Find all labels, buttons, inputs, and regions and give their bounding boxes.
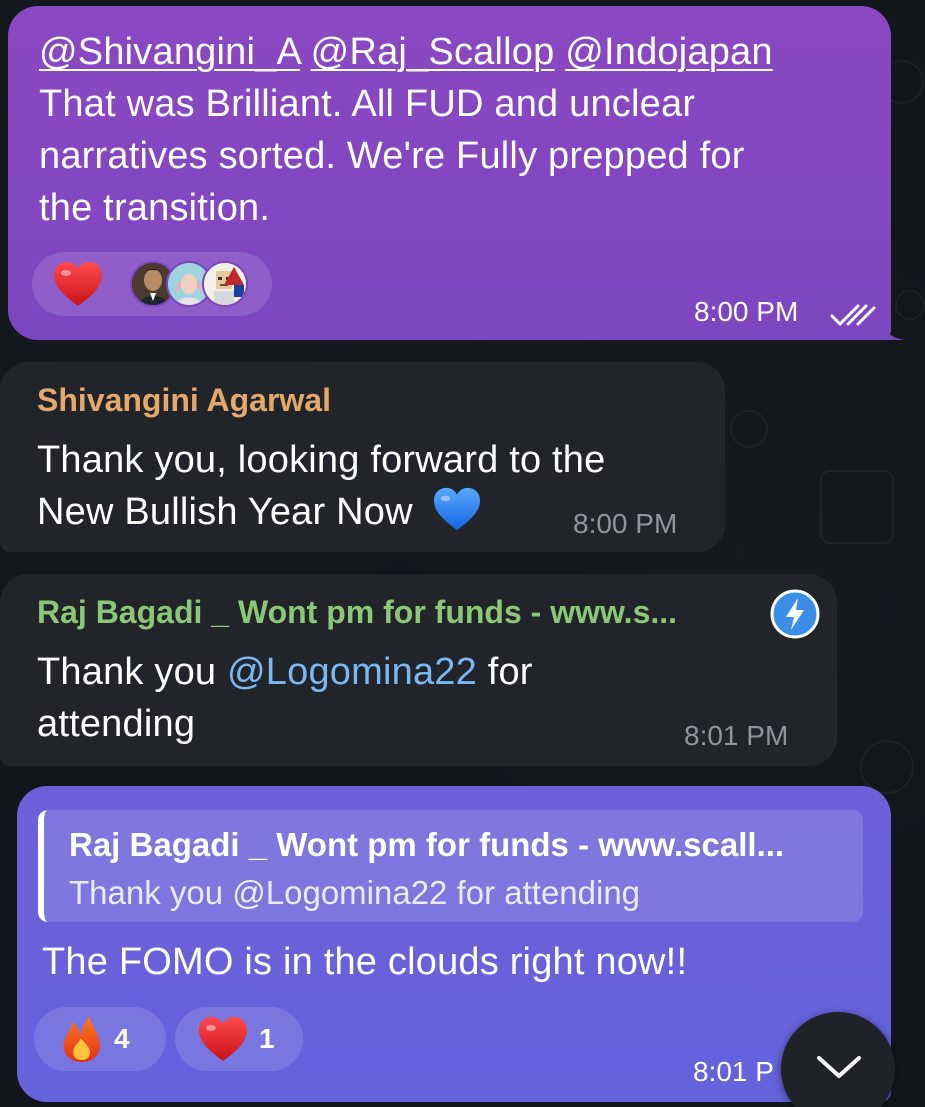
incoming-message-bubble[interactable]: Shivangini Agarwal Thank you, looking fo… [0,362,725,552]
background-doodle [730,410,768,448]
mention-link[interactable]: @Shivangini_A [39,31,300,73]
reaction-fire[interactable]: 4 [34,1007,166,1071]
reply-text: Thank you @Logomina22 for attending [69,874,641,911]
message-line: narratives sorted. We're Fully prepped f… [39,135,745,177]
message-line: That was Brilliant. All FUD and unclear [39,83,696,125]
message-line: the transition. [39,187,271,229]
message-text-part: for [476,651,533,693]
heart-icon [52,260,104,308]
fire-icon [60,1014,104,1064]
message-text-part: Thank you [37,651,227,693]
reaction-heart[interactable] [32,252,272,316]
heart-icon [197,1015,249,1063]
message-line: New Bullish Year Now [37,491,413,533]
read-double-check-icon [830,302,876,333]
message-time: 8:00 PM [573,508,678,539]
mention-link[interactable]: @Raj_Scallop [311,31,555,73]
message-line: attending [37,703,196,745]
message-text: The FOMO is in the clouds right now!! [42,941,688,983]
mention-link[interactable]: @Indojapan [565,31,773,73]
message-text: @Shivangini_A @Raj_Scallop @Indojapan Th… [39,26,879,234]
message-time: 8:01 P [693,1056,774,1087]
outgoing-message-bubble[interactable]: @Shivangini_A @Raj_Scallop @Indojapan Th… [8,6,905,340]
message-line: Thank you, looking forward to the [37,439,606,481]
mention-link[interactable]: @Logomina22 [227,651,477,693]
message-time: 8:00 PM [694,296,799,327]
sender-name[interactable]: Shivangini Agarwal [37,382,331,419]
outgoing-message-bubble[interactable]: Raj Bagadi _ Wont pm for funds - www.sca… [17,786,891,1102]
background-doodle [820,470,894,544]
sender-name[interactable]: Raj Bagadi _ Wont pm for funds - www.s..… [37,594,677,631]
avatar-pixel [202,261,248,307]
bubble-tail [881,318,905,340]
chat-view: @Shivangini_A @Raj_Scallop @Indojapan Th… [0,0,925,1107]
reply-sender: Raj Bagadi _ Wont pm for funds - www.sca… [69,826,785,863]
chevron-down-icon [815,1052,863,1087]
reaction-count: 4 [114,1023,130,1054]
incoming-message-bubble[interactable]: Raj Bagadi _ Wont pm for funds - www.s..… [0,574,837,766]
blue-heart-icon [432,486,482,546]
message-time: 8:01 PM [684,720,789,751]
reply-quote[interactable]: Raj Bagadi _ Wont pm for funds - www.sca… [38,810,863,922]
reaction-heart[interactable]: 1 [175,1007,303,1071]
verified-bolt-icon [769,588,821,645]
background-doodle [895,290,925,320]
reaction-count: 1 [259,1023,275,1054]
